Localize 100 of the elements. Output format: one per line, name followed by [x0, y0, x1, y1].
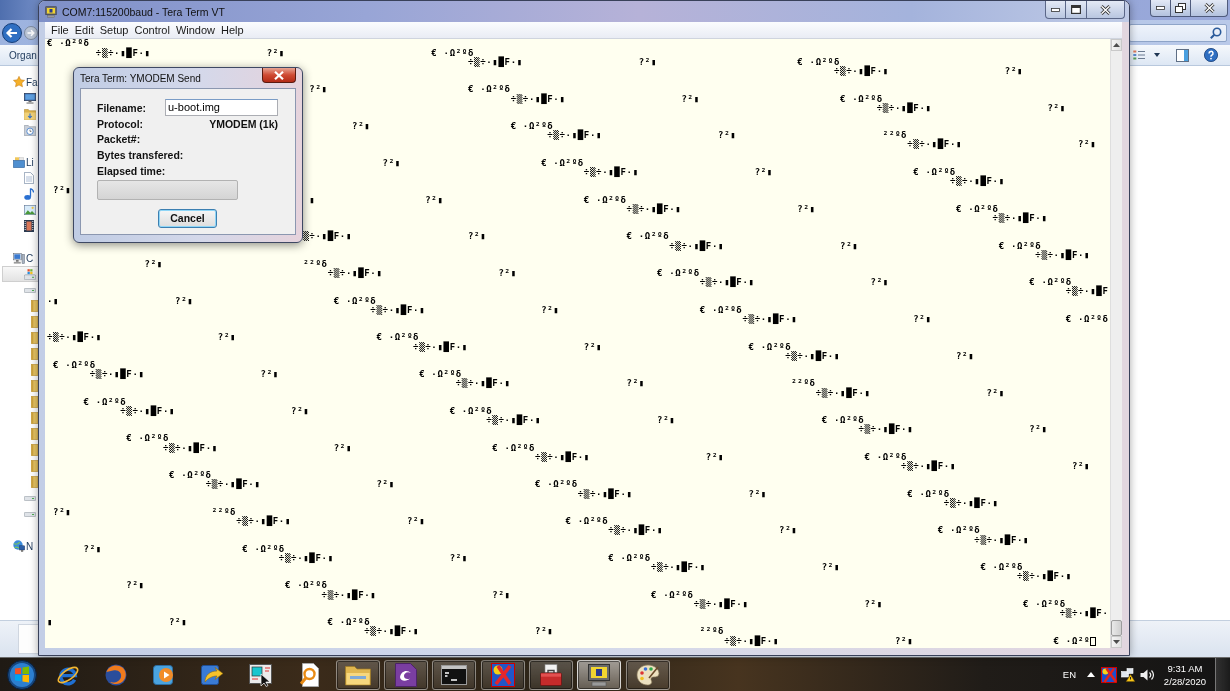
clock-date[interactable]: 2/28/2020	[1163, 674, 1207, 688]
terminal-line: ?²▮ ²²ºδ	[53, 506, 237, 517]
drive-icon	[24, 495, 36, 501]
scroll-down-button[interactable]	[1111, 636, 1122, 648]
folder-icon	[31, 316, 38, 328]
terminal-line: ÷▒÷·▮█F·▮ ?²▮ € ·Ω²ºδ	[577, 488, 950, 499]
x-mark-icon	[490, 662, 515, 687]
folder-icon	[31, 412, 38, 424]
monitor-icon	[587, 662, 612, 687]
nav-item[interactable]: Fa	[0, 74, 38, 90]
show-desktop-button[interactable]	[1215, 658, 1230, 691]
thumbnail-frame	[18, 624, 38, 654]
nav-item[interactable]: N	[0, 538, 38, 554]
close-icon	[274, 70, 284, 80]
palette-icon	[635, 662, 660, 687]
drive-icon	[24, 511, 36, 517]
terminal-line: ÷▒÷·▮█F·▮ ?²▮ € ·Ω²ºδ	[693, 598, 1066, 609]
field-label: Protocol:	[97, 117, 144, 130]
menu-item[interactable]: Setup	[99, 24, 129, 36]
terminal-line: ÷▒÷·▮█F·▮ ?²▮ ²²ºδ	[364, 626, 725, 637]
menu-item[interactable]: Control	[134, 24, 170, 36]
terminal-line: ÷▒÷·▮█F·▮ ?²▮	[785, 350, 975, 361]
scroll-up-button[interactable]	[1111, 39, 1122, 51]
terminal-line: ÷▒÷·▮█F·▮ ?²▮	[815, 387, 1005, 398]
terminal-line: ÷▒÷·▮█F·▮ ?²▮ € ·Ω²ºδ	[327, 268, 700, 279]
terminal-line: € ·Ω²ºδ	[126, 433, 170, 444]
taskbar-button[interactable]	[480, 659, 525, 690]
terminal-line: ▮ ?²▮ € ·Ω²ºδ	[309, 194, 627, 205]
x-mark-icon[interactable]	[1101, 666, 1117, 683]
help-icon[interactable]	[1204, 48, 1218, 62]
nav-item[interactable]: Li	[0, 154, 38, 170]
taskbar-button[interactable]	[432, 659, 477, 690]
terminal-line: ÷▒÷·▮█F·▮ ?²▮ € ·Ω²ºδ	[467, 56, 841, 67]
terminal-line: ÷▒÷·▮█F·▮ ?²▮ € ·Ω²ºδ	[278, 552, 651, 563]
caret-down-icon	[1113, 640, 1120, 644]
terminal-line: € ·Ω²ºδ	[83, 396, 127, 407]
menu-item[interactable]: Edit	[74, 24, 94, 36]
terminal-line: € ·Ω²ºδ	[47, 39, 90, 49]
list-view-icon[interactable]	[1133, 50, 1145, 60]
close-button[interactable]	[1087, 1, 1125, 19]
taskbar-button[interactable]	[335, 659, 380, 690]
speaker-icon[interactable]	[1140, 667, 1154, 682]
terminal-line: ÷▒÷·▮█F·▮ ?²▮ € ·Ω²ºδ	[535, 451, 908, 462]
minimize-button[interactable]	[1150, 0, 1171, 17]
taskbar-button[interactable]	[625, 659, 670, 690]
toolbox-icon	[538, 663, 563, 686]
taskbar-button[interactable]	[528, 659, 573, 690]
terminal-line: ?²▮ € ·Ω²ºδ	[309, 84, 511, 95]
taskbar-button[interactable]	[384, 659, 429, 690]
folder-icon	[31, 444, 38, 456]
cancel-button[interactable]: Cancel	[158, 208, 217, 228]
input-field[interactable]: u-boot.img	[165, 99, 278, 116]
terminal-line: ÷▒÷·▮█F·▮ ?²▮	[833, 65, 1024, 76]
terminal-line: ÷▒÷·▮█F·▮ ?²▮ € ·Ω²ºδ	[626, 203, 999, 214]
terminal-line: ÷▒÷·▮█F·▮ ?²▮	[876, 102, 1066, 113]
magnifier-document-icon	[297, 662, 322, 687]
terminal-line: ÷▒÷·▮█F·▮ ?²▮	[907, 139, 1097, 150]
minimize-button[interactable]	[1045, 1, 1066, 19]
folder-icon	[31, 364, 38, 376]
close-button[interactable]	[1191, 0, 1228, 17]
search-field[interactable]	[1129, 23, 1227, 42]
restore-button[interactable]	[1171, 0, 1191, 17]
caret-down-icon[interactable]	[1154, 53, 1160, 57]
terminal-line: ÷▒÷·▮█F·▮ ?²▮ € ·Ω²ºδ	[742, 314, 1109, 324]
screen-cursor-icon	[249, 662, 274, 687]
menu-item[interactable]: Window	[175, 24, 216, 36]
scroll-thumb[interactable]	[1111, 620, 1122, 636]
clock-time[interactable]: 9:31 AM	[1167, 661, 1203, 675]
terminal-icon	[441, 664, 468, 685]
folder-icon	[31, 300, 38, 312]
star-icon	[13, 76, 25, 88]
picture-icon	[24, 205, 36, 215]
menu-item[interactable]: File	[51, 24, 69, 36]
document-icon	[24, 172, 34, 184]
caret-up-icon[interactable]	[1087, 672, 1095, 677]
maximize-button[interactable]	[1066, 1, 1087, 19]
toolbar-button[interactable]: Organ	[9, 49, 37, 61]
start-orb-icon[interactable]	[7, 659, 37, 690]
folder-icon	[344, 663, 371, 686]
terminal-line: ÷▒÷·▮█F·▮	[992, 212, 1048, 223]
globe-icon	[104, 662, 129, 687]
network-icon	[13, 540, 25, 552]
terminal-line: ?²▮	[53, 185, 72, 196]
folder-icon	[31, 332, 38, 344]
terminal-line: ÷▒÷·▮█F·▮ ?²▮ € ·Ω²ºδ	[669, 240, 1042, 251]
nav-item[interactable]: C	[0, 250, 38, 266]
close-button[interactable]	[262, 68, 296, 83]
language-indicator[interactable]: EN	[1062, 669, 1076, 680]
network-warning-icon[interactable]	[1121, 667, 1135, 682]
terminal-line: ÷▒÷·▮█F·▮ ?²▮ € ·Ω²ºδ	[370, 304, 743, 315]
terminal-line: ÷▒÷·▮█F·▮	[1017, 571, 1072, 582]
menu-item[interactable]: Help	[221, 24, 244, 36]
caret-up-icon	[1113, 43, 1120, 47]
terminal-line: ÷▒÷·▮█F·	[1059, 608, 1109, 618]
terminal-line: ?²▮ ²²ºδ	[144, 258, 328, 269]
preview-pane-icon[interactable]	[1176, 48, 1189, 62]
minimize-icon	[1156, 6, 1165, 10]
field-label: Elapsed time:	[97, 164, 166, 177]
curved-arrow-icon	[200, 662, 225, 687]
taskbar-button[interactable]	[577, 659, 622, 690]
